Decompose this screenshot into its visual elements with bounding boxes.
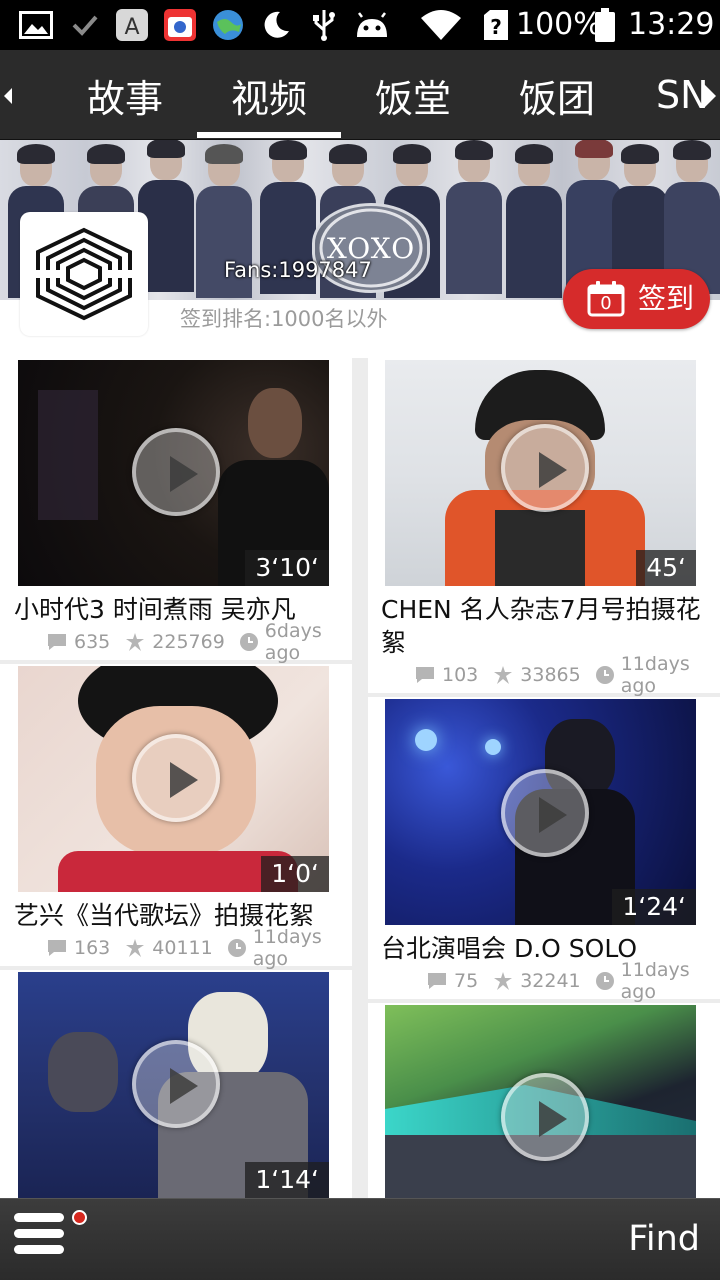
- banner-figure: [506, 144, 562, 298]
- check-icon: [70, 9, 100, 41]
- time-ago: 11days ago: [620, 959, 690, 1003]
- play-icon[interactable]: [501, 1073, 589, 1161]
- comment-count: 163: [74, 937, 111, 959]
- scroll-left-arrow-icon[interactable]: [0, 76, 20, 116]
- play-icon[interactable]: [501, 769, 589, 857]
- hexagon-logo-icon: [32, 227, 136, 321]
- battery-icon: [594, 8, 616, 42]
- wifi-icon: [418, 9, 464, 41]
- calendar-icon: 0: [587, 281, 625, 317]
- video-thumbnail[interactable]: 1‘0‘: [18, 666, 329, 892]
- moon-icon: [258, 9, 294, 41]
- comment-count: 635: [74, 631, 111, 653]
- sim-question-icon: ?: [482, 9, 510, 41]
- video-card[interactable]: 3‘10‘ 小时代3 时间煮雨 吴亦凡 635 225769 6days ago: [0, 358, 352, 664]
- category-tab-bar: 故事 视频 饭堂 饭团 SN: [0, 50, 720, 140]
- video-card[interactable]: 1‘0‘ 艺兴《当代歌坛》拍摄花絮 163 40111 11days ago: [0, 664, 352, 970]
- find-button[interactable]: Find: [628, 1217, 700, 1261]
- play-icon[interactable]: [501, 424, 589, 512]
- tab-stories[interactable]: 故事: [70, 50, 180, 140]
- video-card[interactable]: [368, 1003, 720, 1198]
- video-thumbnail[interactable]: 1‘14‘: [18, 972, 329, 1198]
- svg-text:A: A: [124, 15, 139, 40]
- tab-canteen[interactable]: 饭堂: [358, 50, 468, 140]
- comment-icon: [46, 937, 68, 959]
- fans-count: Fans:1997847: [224, 258, 372, 282]
- play-icon[interactable]: [132, 428, 220, 516]
- like-icon: [492, 664, 514, 686]
- video-thumbnail[interactable]: 3‘10‘: [18, 360, 329, 586]
- checkin-button[interactable]: 0 签到: [563, 269, 710, 329]
- svg-text:?: ?: [490, 15, 502, 39]
- video-thumbnail[interactable]: 1‘24‘: [385, 699, 696, 925]
- clock-icon: [227, 937, 247, 959]
- clock-icon: [595, 664, 615, 686]
- video-meta: 75 32241 11days ago: [426, 959, 720, 1003]
- status-bar: A ? 100% 13:29: [0, 0, 720, 50]
- video-meta: 635 225769 6days ago: [46, 620, 352, 664]
- video-card[interactable]: 1‘24‘ 台北演唱会 D.O SOLO 75 32241 11days ago: [368, 697, 720, 1003]
- video-card[interactable]: 1‘14‘: [0, 970, 352, 1198]
- video-duration: 45‘: [636, 550, 696, 586]
- video-thumbnail[interactable]: [385, 1005, 696, 1198]
- like-icon: [492, 970, 514, 992]
- checkin-count: 0: [600, 293, 612, 314]
- notification-dot: [72, 1210, 87, 1225]
- group-logo[interactable]: [20, 212, 148, 336]
- usb-icon: [308, 9, 340, 41]
- time-ago: 11days ago: [620, 653, 690, 697]
- comment-count: 103: [442, 664, 479, 686]
- clock-time: 13:29: [628, 7, 715, 42]
- video-duration: 3‘10‘: [245, 550, 329, 586]
- comment-count: 75: [454, 970, 479, 992]
- checkin-rank-text: 签到排名:1000名以外: [180, 307, 388, 331]
- scroll-right-arrow-icon[interactable]: [700, 76, 720, 116]
- store-app-icon: [162, 9, 198, 41]
- tab-fanclub[interactable]: 饭团: [502, 50, 612, 140]
- keyboard-a-icon: A: [114, 9, 150, 41]
- comment-icon: [426, 970, 448, 992]
- like-count: 32241: [520, 970, 581, 992]
- video-duration: 1‘0‘: [261, 856, 329, 892]
- video-title[interactable]: CHEN 名人杂志7月号拍摄花絮: [381, 593, 711, 659]
- android-icon: [352, 9, 392, 41]
- video-thumbnail[interactable]: 45‘: [385, 360, 696, 586]
- gallery-icon: [18, 9, 54, 41]
- time-ago: 6days ago: [264, 620, 322, 664]
- battery-percent: 100%: [516, 7, 602, 42]
- video-meta: 163 40111 11days ago: [46, 926, 352, 970]
- like-icon: [124, 937, 146, 959]
- video-feed: 3‘10‘ 小时代3 时间煮雨 吴亦凡 635 225769 6days ago: [0, 358, 720, 1198]
- video-duration: 1‘24‘: [612, 889, 696, 925]
- banner-figure: [446, 140, 502, 294]
- checkin-label: 签到: [638, 282, 695, 315]
- time-ago: 11days ago: [252, 926, 322, 970]
- video-card[interactable]: 45‘ CHEN 名人杂志7月号拍摄花絮 103 33865 11days ag…: [368, 358, 720, 697]
- browser-globe-icon: [210, 9, 246, 41]
- like-count: 40111: [152, 937, 213, 959]
- tab-videos[interactable]: 视频: [214, 50, 324, 140]
- like-count: 225769: [152, 631, 225, 653]
- like-icon: [124, 631, 146, 653]
- like-count: 33865: [520, 664, 581, 686]
- play-icon[interactable]: [132, 1040, 220, 1128]
- app-screen: { "status_bar": { "battery_text": "100%"…: [0, 0, 720, 1280]
- bottom-bar: Find: [0, 1198, 720, 1280]
- comment-icon: [46, 631, 68, 653]
- comment-icon: [414, 664, 436, 686]
- video-meta: 103 33865 11days ago: [414, 653, 720, 697]
- clock-icon: [239, 631, 259, 653]
- video-duration: 1‘14‘: [245, 1162, 329, 1198]
- play-icon[interactable]: [132, 734, 220, 822]
- active-tab-indicator: [197, 132, 341, 138]
- menu-icon[interactable]: [14, 1211, 66, 1259]
- clock-icon: [595, 970, 615, 992]
